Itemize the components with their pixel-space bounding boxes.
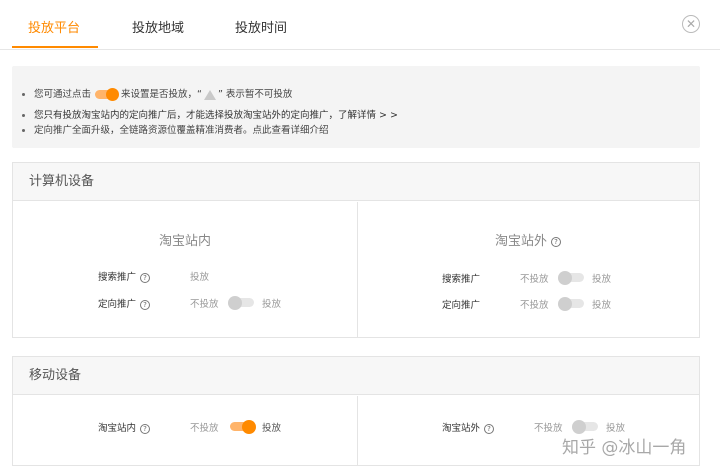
notice-line-3: 定向推广全面升级，全链路资源位覆盖精准消费者。点此查看详细介绍 (22, 122, 329, 136)
row-label-search: 搜索推广 (442, 274, 481, 285)
upgrade-intro-link[interactable]: 定向推广全面升级，全链路资源位覆盖精准消费者。点此查看详细介绍 (34, 125, 329, 136)
on-label: 投放 (606, 423, 626, 434)
row-label-targeted: 定向推广? (98, 296, 151, 310)
tab-bar: 投放平台 投放地域 投放时间 ✕ (0, 0, 720, 50)
computer-device-title: 计算机设备 (13, 163, 699, 201)
outside-title: 淘宝站外? (495, 230, 562, 249)
on-label: 投放 (262, 299, 282, 310)
targeted-inside-toggle[interactable] (228, 295, 254, 310)
row-label-search: 搜索推广? (98, 269, 151, 283)
mobile-outside-toggle[interactable] (572, 419, 598, 434)
help-icon[interactable]: ? (484, 423, 495, 434)
help-icon[interactable]: ? (140, 299, 151, 310)
help-icon[interactable]: ? (551, 236, 562, 247)
off-label: 不投放 (534, 423, 563, 434)
inside-title: 淘宝站内 (159, 234, 212, 249)
toggle-example-icon (95, 87, 120, 101)
close-icon[interactable]: ✕ (682, 15, 700, 33)
watermark: 知乎 @冰山一角 (562, 438, 687, 458)
column-divider (357, 202, 358, 338)
off-label: 不投放 (520, 274, 549, 285)
learn-more-link[interactable]: 您只有投放淘宝站内的定向推广后，才能选择投放淘宝站外的定向推广，了解详情 > > (34, 110, 398, 121)
row-label-targeted: 定向推广 (442, 300, 481, 311)
tab-time[interactable]: 投放时间 (235, 17, 287, 36)
on-label: 投放 (262, 423, 282, 434)
on-label: 投放 (592, 274, 612, 285)
active-tab-indicator (12, 46, 98, 48)
help-icon[interactable]: ? (140, 272, 151, 283)
on-label: 投放 (592, 300, 612, 311)
notice-line-1: 您可通过点击 来设置是否投放，“” 表示暂不可投放 (22, 86, 292, 101)
off-label: 不投放 (520, 300, 549, 311)
notice-line-2: 您只有投放淘宝站内的定向推广后，才能选择投放淘宝站外的定向推广，了解详情 > > (22, 107, 398, 121)
mobile-device-title: 移动设备 (13, 357, 699, 395)
computer-device-panel: 计算机设备 淘宝站内 搜索推广? 投放 定向推广? 不投放 投放 淘宝站外? 搜… (12, 162, 700, 338)
tab-platform[interactable]: 投放平台 (28, 17, 80, 36)
row-label-inside: 淘宝站内? (98, 420, 151, 434)
row-label-outside: 淘宝站外? (442, 420, 495, 434)
search-inside-state: 投放 (190, 272, 210, 283)
warning-icon (203, 89, 216, 100)
mobile-inside-toggle[interactable] (230, 419, 256, 434)
off-label: 不投放 (190, 299, 219, 310)
help-icon[interactable]: ? (140, 423, 151, 434)
notice-box: 您可通过点击 来设置是否投放，“” 表示暂不可投放 您只有投放淘宝站内的定向推广后… (12, 66, 700, 148)
search-outside-toggle[interactable] (558, 270, 584, 285)
tab-region[interactable]: 投放地域 (132, 17, 184, 36)
column-divider (357, 396, 358, 466)
targeted-outside-toggle[interactable] (558, 296, 584, 311)
off-label: 不投放 (190, 423, 219, 434)
